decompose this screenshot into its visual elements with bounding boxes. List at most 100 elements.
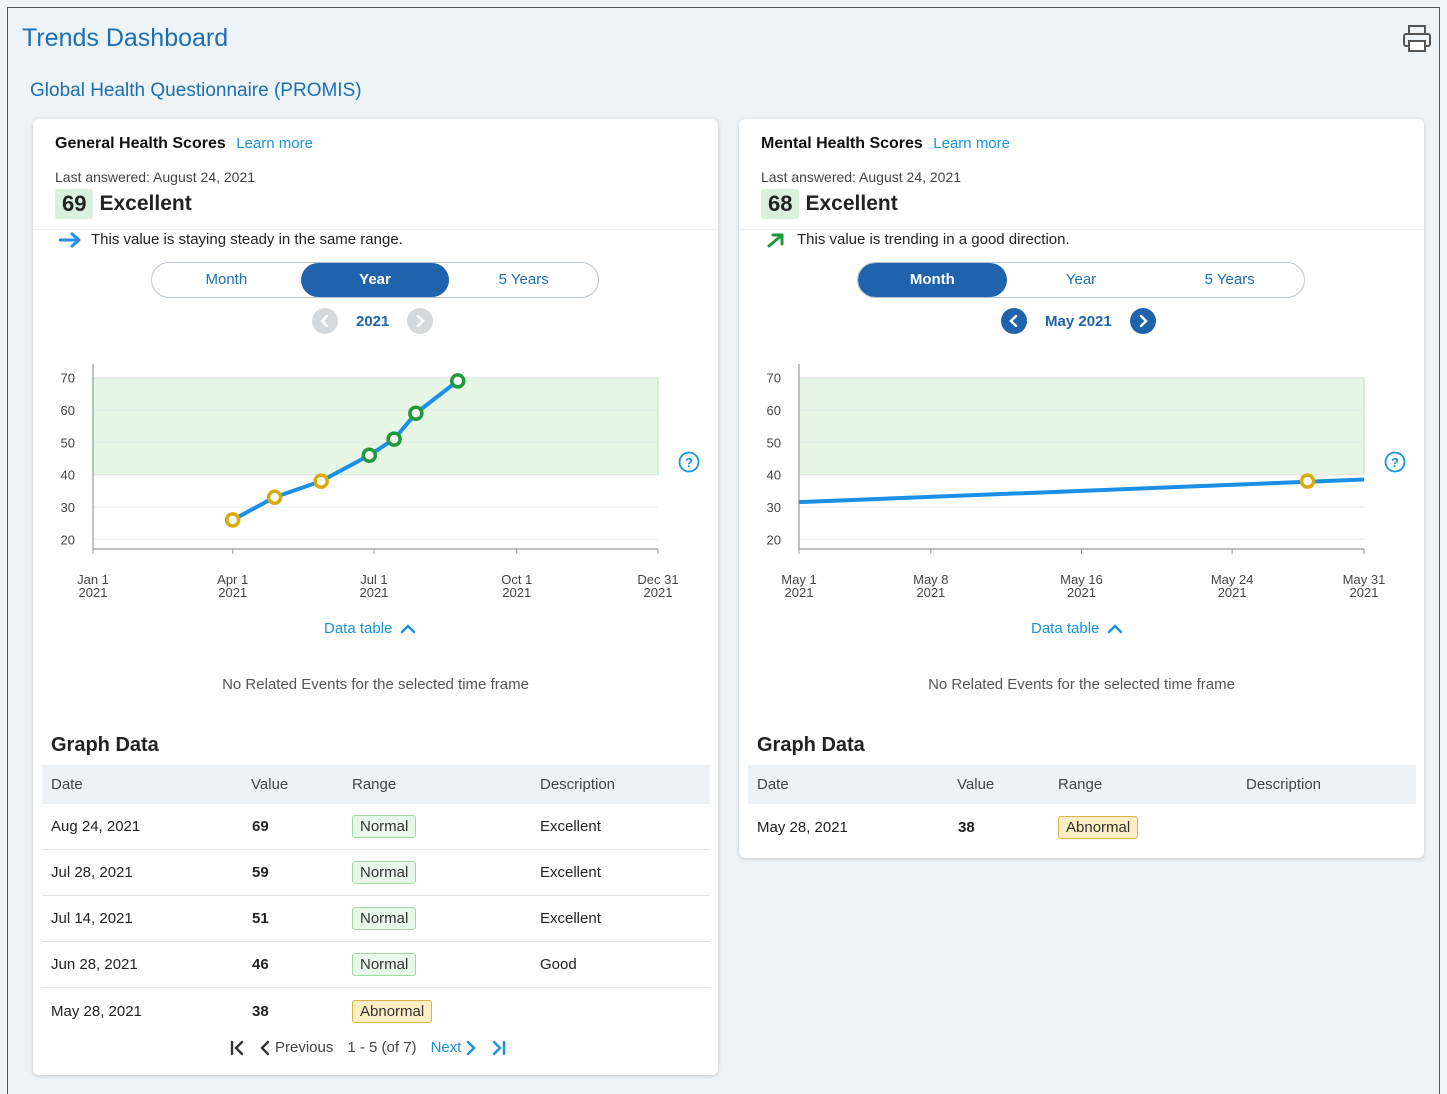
toggle-5-years[interactable]: 5 Years	[1155, 263, 1304, 297]
previous-page-button[interactable]: Previous	[259, 1039, 337, 1056]
data-point	[224, 512, 241, 528]
x-tick-label-year: 2021	[218, 585, 247, 600]
data-table-toggle[interactable]: Data table	[324, 620, 416, 637]
data-point	[266, 489, 283, 506]
col-header-date[interactable]: Date	[42, 776, 227, 793]
y-tick-label: 40	[767, 468, 781, 483]
toggle-5-years[interactable]: 5 Years	[449, 263, 598, 297]
next-label: Next	[430, 1039, 462, 1056]
data-point	[386, 431, 402, 447]
col-header-range[interactable]: Range	[1058, 776, 1246, 793]
toggle-month[interactable]: Month	[152, 263, 301, 297]
no-events-message: No Related Events for the selected time …	[222, 676, 529, 693]
next-period-button[interactable]	[1129, 308, 1156, 334]
last-answered: Last answered: August 24, 2021	[55, 169, 256, 185]
cell-date: May 28, 2021	[51, 1002, 142, 1020]
col-header-value[interactable]: Value	[933, 776, 1058, 793]
chevron-up-icon	[401, 623, 416, 633]
data-table-toggle[interactable]: Data table	[1031, 620, 1123, 637]
trend-text: This value is staying steady in the same…	[91, 231, 403, 248]
x-tick-label-year: 2021	[1350, 585, 1379, 600]
chevron-left-icon	[260, 1040, 270, 1055]
series-line	[798, 477, 1365, 505]
table-row: May 28, 2021 38 Abnormal	[42, 988, 710, 1034]
toggle-year[interactable]: Year	[300, 263, 450, 297]
first-page-icon	[230, 1040, 244, 1055]
no-events-message: No Related Events for the selected time …	[928, 676, 1235, 693]
next-period-button[interactable]	[407, 308, 434, 334]
data-table-label: Data table	[1031, 620, 1100, 637]
table-row: Jul 28, 2021 59 Normal Excellent	[42, 850, 710, 896]
trend-text: This value is trending in a good directi…	[797, 231, 1070, 248]
pagination: Previous 1 - 5 (of 7) Next	[225, 1039, 511, 1056]
period-label: 2021	[356, 312, 390, 330]
card-title-text: Mental Health Scores	[761, 135, 923, 152]
col-header-description[interactable]: Description	[1246, 776, 1416, 793]
y-tick-label: 50	[61, 435, 75, 450]
chevron-left-icon	[1009, 315, 1018, 327]
data-point	[361, 447, 378, 464]
divider	[739, 229, 1424, 230]
card-title: General Health Scores Learn more	[55, 135, 313, 153]
prev-period-button[interactable]	[312, 308, 338, 334]
graph-data-table: Date Value Range Description Aug 24, 202…	[42, 765, 710, 1034]
range-badge: Normal	[352, 953, 417, 976]
cell-date: May 28, 2021	[757, 818, 848, 836]
col-header-value[interactable]: Value	[227, 776, 352, 793]
toggle-month[interactable]: Month	[858, 263, 1007, 297]
score-row: 68 Excellent	[761, 189, 898, 219]
trend-row: This value is staying steady in the same…	[59, 231, 403, 248]
last-page-button[interactable]	[491, 1040, 507, 1056]
toggle-year[interactable]: Year	[1007, 263, 1156, 297]
table-header-row: Date Value Range Description	[42, 765, 710, 804]
last-answered: Last answered: August 24, 2021	[761, 169, 962, 185]
data-point	[313, 473, 329, 489]
cell-value: 46	[252, 956, 269, 973]
chevron-left-icon	[320, 315, 329, 327]
help-icon[interactable]: ?	[678, 451, 700, 478]
first-page-button[interactable]	[229, 1040, 245, 1056]
range-badge: Abnormal	[352, 999, 433, 1023]
card-title-text: General Health Scores	[55, 135, 226, 152]
cell-value: 51	[252, 910, 269, 927]
data-point	[408, 405, 424, 421]
prev-period-button[interactable]	[1001, 308, 1027, 334]
x-tick-label-year: 2021	[79, 585, 108, 600]
table-header-row: Date Value Range Description	[748, 765, 1416, 804]
y-tick-label: 30	[767, 500, 781, 515]
x-tick-label-year: 2021	[502, 585, 531, 600]
cell-value: 38	[252, 1002, 269, 1020]
y-tick-label: 60	[767, 403, 781, 418]
x-tick-label-year: 2021	[785, 585, 814, 600]
pager-range: 1 - 5 (of 7)	[347, 1039, 417, 1056]
svg-text:?: ?	[1391, 455, 1399, 470]
section-title: Global Health Questionnaire (PROMIS)	[30, 80, 362, 101]
general-health-card: General Health Scores Learn more Last an…	[33, 119, 718, 1075]
cell-date: Jul 28, 2021	[51, 864, 133, 881]
card-title: Mental Health Scores Learn more	[761, 135, 1010, 153]
chevron-right-icon	[1139, 315, 1148, 327]
time-range-toggle: Month Year 5 Years	[857, 262, 1305, 298]
score-value: 69	[55, 189, 94, 219]
col-header-date[interactable]: Date	[748, 776, 933, 793]
cell-value: 59	[252, 864, 269, 881]
x-tick-label-year: 2021	[916, 585, 945, 600]
learn-more-link[interactable]: Learn more	[236, 135, 313, 152]
table-row: Aug 24, 2021 69 Normal Excellent	[42, 804, 710, 850]
graph-data-table: Date Value Range Description May 28, 202…	[748, 765, 1416, 850]
y-tick-label: 50	[767, 435, 781, 450]
table-row: Jul 14, 2021 51 Normal Excellent	[42, 896, 710, 942]
col-header-description[interactable]: Description	[540, 776, 710, 793]
cell-value: 69	[252, 818, 269, 835]
cell-date: Jun 28, 2021	[51, 956, 138, 973]
next-page-button[interactable]: Next	[427, 1039, 478, 1056]
mental-health-chart: 203040506070May 12021May 82021May 162021…	[767, 364, 1385, 600]
data-point	[1299, 473, 1316, 489]
col-header-range[interactable]: Range	[352, 776, 540, 793]
print-icon[interactable]	[1400, 22, 1434, 54]
period-nav: May 2021	[1001, 308, 1156, 334]
help-icon[interactable]: ?	[1384, 451, 1406, 478]
x-tick-label-year: 2021	[644, 585, 673, 600]
learn-more-link[interactable]: Learn more	[933, 135, 1010, 152]
arrow-up-right-icon	[767, 233, 784, 247]
